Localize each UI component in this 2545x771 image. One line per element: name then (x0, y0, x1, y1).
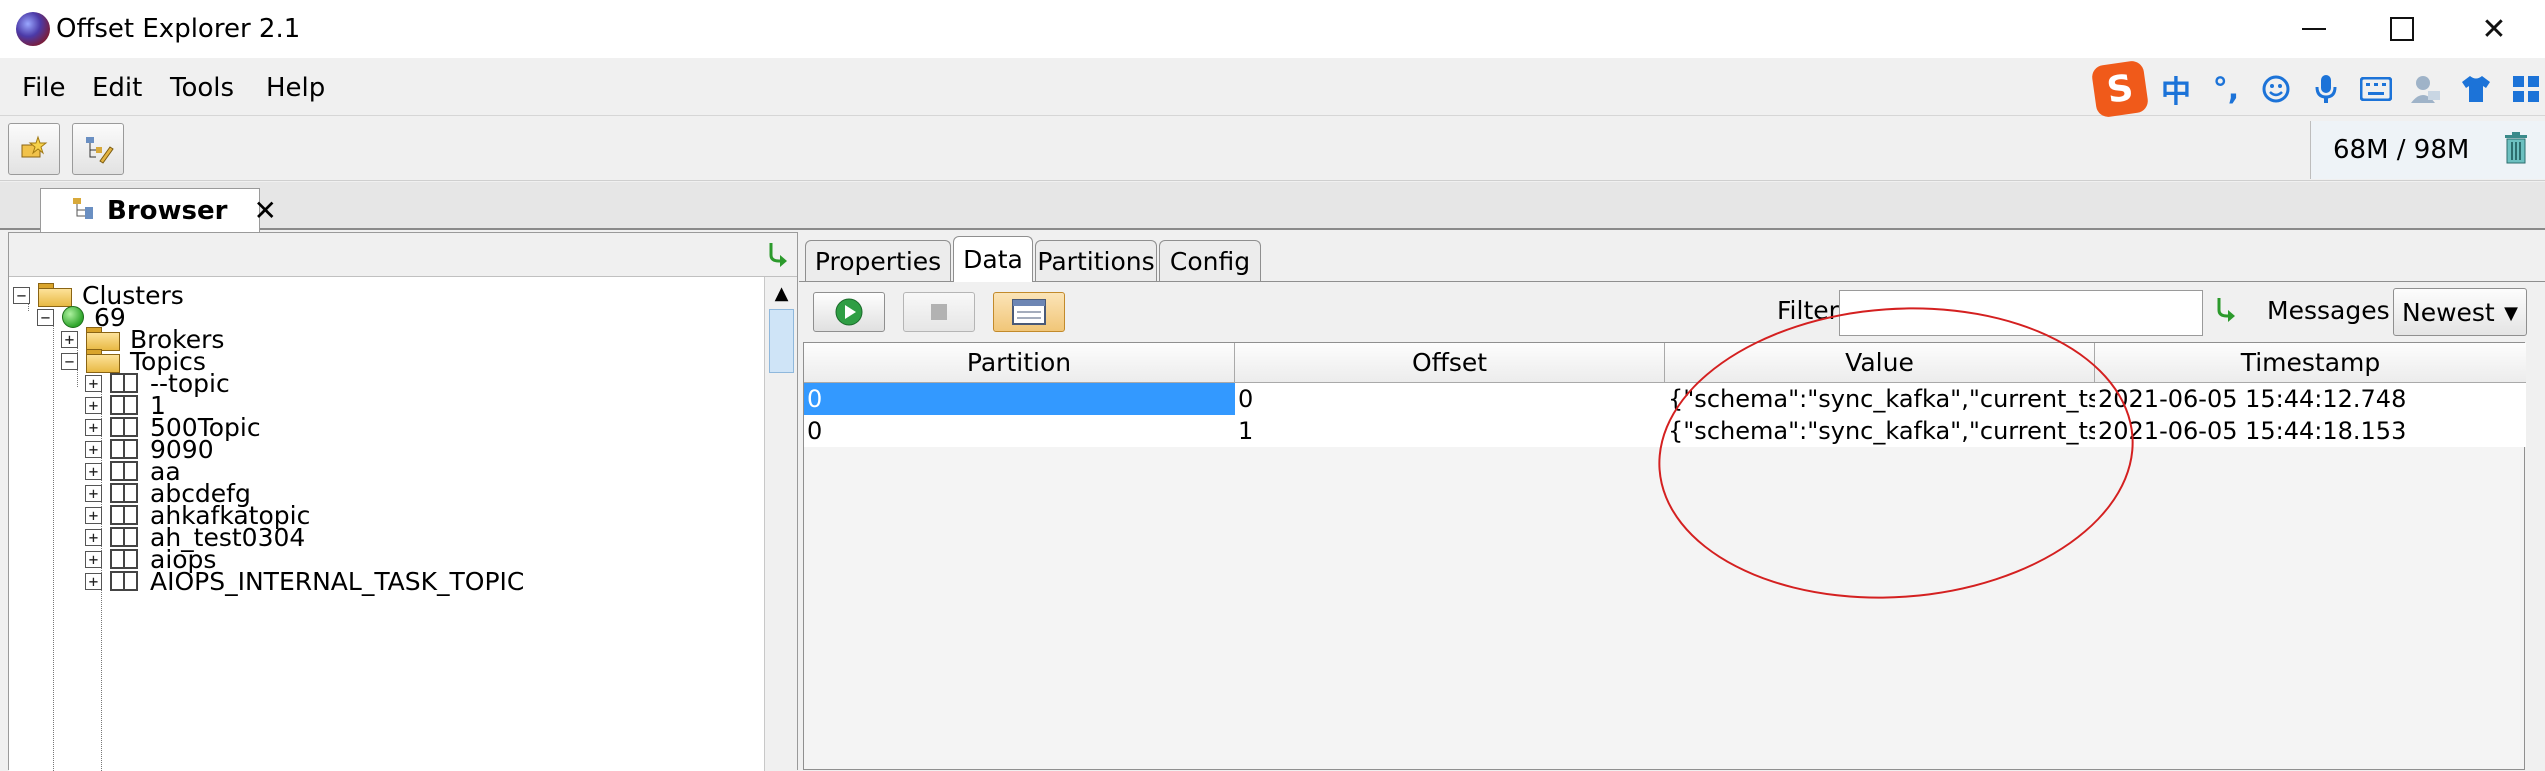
scrollbar-thumb[interactable] (769, 309, 794, 373)
tree-edit-icon (86, 137, 114, 164)
menu-edit[interactable]: Edit (92, 72, 142, 104)
maximize-icon (2390, 17, 2414, 41)
browser-view-tab[interactable]: Browser ✕ (40, 188, 277, 232)
cell-partition[interactable]: 0 (804, 383, 1235, 415)
menu-file[interactable]: File (22, 72, 66, 104)
messages-selected-value: Newest (2402, 297, 2495, 327)
stop-icon (931, 304, 947, 320)
cluster-tree: − Clusters − 69 + Brokers − Topics + --t… (9, 277, 764, 771)
topic-book-icon (110, 569, 140, 593)
column-header-partition[interactable]: Partition (804, 343, 1235, 383)
column-header-value[interactable]: Value (1665, 343, 2095, 383)
memory-usage-text: 68M / 98M (2333, 135, 2470, 165)
tab-data[interactable]: Data (953, 236, 1033, 282)
column-header-timestamp[interactable]: Timestamp (2095, 343, 2526, 383)
ime-microphone-icon[interactable] (2306, 69, 2346, 109)
minimize-icon (2302, 28, 2326, 30)
chevron-down-icon: ▼ (2504, 303, 2518, 324)
edit-tree-button[interactable] (72, 123, 124, 175)
ime-toolbox-icon[interactable] (2506, 69, 2545, 109)
cell-offset[interactable]: 0 (1235, 383, 1665, 415)
close-window-button[interactable]: ✕ (2450, 0, 2538, 58)
ime-punctuation-toggle[interactable]: °, (2206, 69, 2246, 109)
collapse-icon[interactable]: − (61, 352, 78, 370)
tree-node-topic[interactable]: + AIOPS_INTERNAL_TASK_TOPIC (85, 563, 524, 599)
close-icon: ✕ (2481, 11, 2507, 47)
browser-tab-label: Browser (107, 195, 228, 226)
cell-partition[interactable]: 0 (804, 415, 1235, 447)
app-logo-icon (16, 12, 50, 46)
view-mode-toggle-button[interactable] (993, 292, 1065, 332)
run-button[interactable] (813, 292, 885, 332)
messages-table: Partition Offset Value Timestamp 0 0 {"s… (803, 342, 2526, 770)
ime-keyboard-icon[interactable] (2356, 69, 2396, 109)
column-header-offset[interactable]: Offset (1235, 343, 1665, 383)
garbage-collect-trash-icon[interactable] (2503, 132, 2529, 168)
view-tab-strip: Browser ✕ (0, 182, 2545, 232)
minimize-button[interactable] (2270, 0, 2358, 58)
ime-emoji-icon[interactable] (2256, 69, 2296, 109)
tree-vertical-scrollbar[interactable]: ▲ (764, 277, 797, 771)
table-row[interactable]: 0 1 {"schema":"sync_kafka","current_ts":… (804, 415, 2526, 447)
table-view-icon (1012, 299, 1046, 325)
filter-label: Filter (1777, 296, 1839, 325)
ime-language-toggle[interactable]: 中 (2156, 69, 2196, 110)
messages-label: Messages (2267, 296, 2390, 325)
sogou-ime-logo[interactable]: S (2090, 59, 2150, 119)
tab-partitions[interactable]: Partitions (1035, 240, 1157, 282)
main-toolbar: 68M / 98M (0, 117, 2545, 181)
memory-indicator: 68M / 98M (2310, 121, 2545, 179)
topic-label: AIOPS_INTERNAL_TASK_TOPIC (150, 566, 525, 596)
collapse-icon[interactable]: − (37, 308, 54, 326)
tab-properties[interactable]: Properties (805, 240, 951, 282)
cell-offset[interactable]: 1 (1235, 415, 1665, 447)
collapse-icon[interactable]: − (13, 286, 30, 304)
tree-pane-header (9, 233, 797, 277)
filter-input[interactable] (1839, 290, 2203, 336)
ime-user-icon[interactable] (2406, 69, 2446, 109)
menu-help[interactable]: Help (266, 72, 325, 104)
close-tab-icon[interactable]: ✕ (253, 194, 276, 227)
add-cluster-button[interactable] (8, 123, 60, 175)
messages-select[interactable]: Newest ▼ (2393, 288, 2527, 336)
expand-icon[interactable]: + (85, 572, 102, 590)
play-icon (835, 298, 863, 326)
stop-button[interactable] (903, 292, 975, 332)
cell-value[interactable]: {"schema":"sync_kafka","current_ts":... (1665, 415, 2095, 447)
menu-tools[interactable]: Tools (170, 72, 234, 104)
apply-filter-arrow-icon[interactable] (2213, 296, 2237, 326)
tab-config[interactable]: Config (1159, 240, 1261, 282)
browser-tree-pane: − Clusters − 69 + Brokers − Topics + --t… (8, 232, 798, 771)
title-bar: Offset Explorer 2.1 ✕ (0, 0, 2545, 58)
cell-timestamp[interactable]: 2021-06-05 15:44:18.153 (2095, 415, 2526, 447)
scroll-up-arrow-icon[interactable]: ▲ (765, 277, 798, 309)
table-row[interactable]: 0 0 {"schema":"sync_kafka","current_ts":… (804, 383, 2526, 415)
refresh-arrow-icon[interactable] (765, 241, 789, 271)
cell-timestamp[interactable]: 2021-06-05 15:44:12.748 (2095, 383, 2526, 415)
detail-pane: Properties Data Partitions Config Filter… (799, 232, 2545, 770)
ime-skin-icon[interactable] (2456, 69, 2496, 109)
ime-toolbar: S 中 °, (2090, 59, 2545, 119)
add-cluster-icon (21, 135, 48, 158)
browser-tree-icon (71, 196, 97, 226)
window-title: Offset Explorer 2.1 (56, 14, 301, 44)
maximize-button[interactable] (2358, 0, 2446, 58)
cell-value[interactable]: {"schema":"sync_kafka","current_ts":... (1665, 383, 2095, 415)
